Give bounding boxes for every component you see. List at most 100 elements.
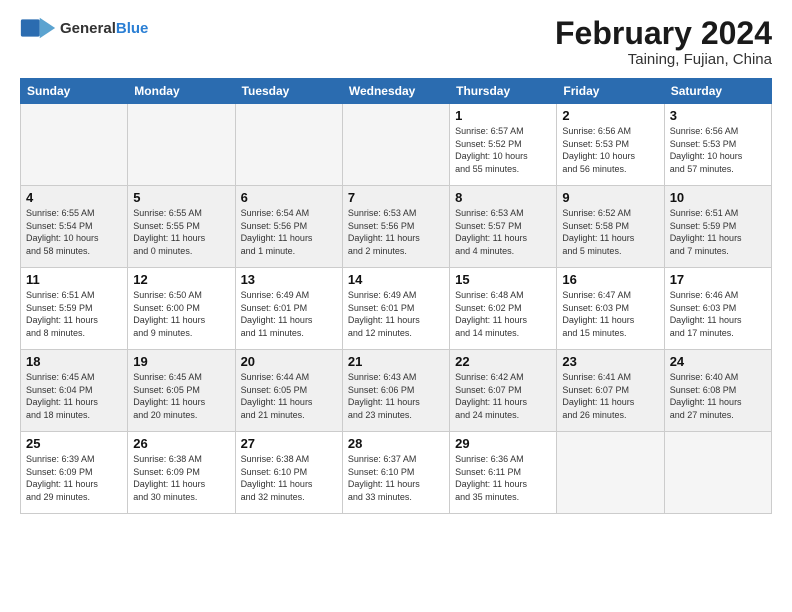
day-number: 15 <box>455 272 551 287</box>
day-info: Sunrise: 6:50 AMSunset: 6:00 PMDaylight:… <box>133 289 229 339</box>
calendar-week-row: 11 Sunrise: 6:51 AMSunset: 5:59 PMDayligh… <box>21 268 772 350</box>
col-wednesday: Wednesday <box>342 79 449 104</box>
day-info: Sunrise: 6:56 AMSunset: 5:53 PMDaylight:… <box>670 125 766 175</box>
day-info: Sunrise: 6:47 AMSunset: 6:03 PMDaylight:… <box>562 289 658 339</box>
table-row: 9 Sunrise: 6:52 AMSunset: 5:58 PMDaylight… <box>557 186 664 268</box>
day-number: 25 <box>26 436 122 451</box>
day-number: 9 <box>562 190 658 205</box>
day-info: Sunrise: 6:57 AMSunset: 5:52 PMDaylight:… <box>455 125 551 175</box>
day-number: 10 <box>670 190 766 205</box>
day-number: 7 <box>348 190 444 205</box>
day-number: 6 <box>241 190 337 205</box>
day-info: Sunrise: 6:46 AMSunset: 6:03 PMDaylight:… <box>670 289 766 339</box>
day-number: 2 <box>562 108 658 123</box>
table-row: 22 Sunrise: 6:42 AMSunset: 6:07 PMDayligh… <box>450 350 557 432</box>
page: GeneralBlue February 2024 Taining, Fujia… <box>0 0 792 612</box>
day-number: 17 <box>670 272 766 287</box>
logo: GeneralBlue <box>20 16 148 42</box>
logo-text: GeneralBlue <box>60 21 148 38</box>
day-number: 28 <box>348 436 444 451</box>
calendar-header-row: Sunday Monday Tuesday Wednesday Thursday… <box>21 79 772 104</box>
day-number: 3 <box>670 108 766 123</box>
day-info: Sunrise: 6:53 AMSunset: 5:56 PMDaylight:… <box>348 207 444 257</box>
day-info: Sunrise: 6:40 AMSunset: 6:08 PMDaylight:… <box>670 371 766 421</box>
table-row: 20 Sunrise: 6:44 AMSunset: 6:05 PMDayligh… <box>235 350 342 432</box>
day-info: Sunrise: 6:55 AMSunset: 5:55 PMDaylight:… <box>133 207 229 257</box>
day-info: Sunrise: 6:53 AMSunset: 5:57 PMDaylight:… <box>455 207 551 257</box>
day-info: Sunrise: 6:45 AMSunset: 6:04 PMDaylight:… <box>26 371 122 421</box>
day-number: 20 <box>241 354 337 369</box>
table-row: 16 Sunrise: 6:47 AMSunset: 6:03 PMDayligh… <box>557 268 664 350</box>
day-number: 27 <box>241 436 337 451</box>
month-title: February 2024 <box>555 16 772 51</box>
day-info: Sunrise: 6:43 AMSunset: 6:06 PMDaylight:… <box>348 371 444 421</box>
table-row: 17 Sunrise: 6:46 AMSunset: 6:03 PMDayligh… <box>664 268 771 350</box>
table-row: 7 Sunrise: 6:53 AMSunset: 5:56 PMDaylight… <box>342 186 449 268</box>
table-row <box>128 104 235 186</box>
col-monday: Monday <box>128 79 235 104</box>
table-row: 24 Sunrise: 6:40 AMSunset: 6:08 PMDayligh… <box>664 350 771 432</box>
table-row: 14 Sunrise: 6:49 AMSunset: 6:01 PMDayligh… <box>342 268 449 350</box>
day-number: 21 <box>348 354 444 369</box>
table-row <box>557 432 664 514</box>
table-row: 18Sunrise: 6:45 AMSunset: 6:04 PMDayligh… <box>21 350 128 432</box>
day-number: 16 <box>562 272 658 287</box>
table-row: 23 Sunrise: 6:41 AMSunset: 6:07 PMDayligh… <box>557 350 664 432</box>
day-info: Sunrise: 6:54 AMSunset: 5:56 PMDaylight:… <box>241 207 337 257</box>
day-info: Sunrise: 6:38 AMSunset: 6:09 PMDaylight:… <box>133 453 229 503</box>
day-info: Sunrise: 6:45 AMSunset: 6:05 PMDaylight:… <box>133 371 229 421</box>
day-number: 1 <box>455 108 551 123</box>
table-row <box>235 104 342 186</box>
day-info: Sunrise: 6:37 AMSunset: 6:10 PMDaylight:… <box>348 453 444 503</box>
day-number: 26 <box>133 436 229 451</box>
table-row: 6 Sunrise: 6:54 AMSunset: 5:56 PMDaylight… <box>235 186 342 268</box>
table-row: 25 Sunrise: 6:39 AMSunset: 6:09 PMDayligh… <box>21 432 128 514</box>
day-number: 11 <box>26 272 122 287</box>
col-friday: Friday <box>557 79 664 104</box>
day-info: Sunrise: 6:56 AMSunset: 5:53 PMDaylight:… <box>562 125 658 175</box>
day-info: Sunrise: 6:48 AMSunset: 6:02 PMDaylight:… <box>455 289 551 339</box>
location: Taining, Fujian, China <box>555 51 772 68</box>
day-number: 14 <box>348 272 444 287</box>
table-row: 5 Sunrise: 6:55 AMSunset: 5:55 PMDaylight… <box>128 186 235 268</box>
day-number: 13 <box>241 272 337 287</box>
table-row: 8Sunrise: 6:53 AMSunset: 5:57 PMDaylight… <box>450 186 557 268</box>
col-thursday: Thursday <box>450 79 557 104</box>
day-info: Sunrise: 6:39 AMSunset: 6:09 PMDaylight:… <box>26 453 122 503</box>
day-number: 23 <box>562 354 658 369</box>
table-row <box>342 104 449 186</box>
table-row: 15 Sunrise: 6:48 AMSunset: 6:02 PMDayligh… <box>450 268 557 350</box>
table-row <box>664 432 771 514</box>
calendar-week-row: 4Sunrise: 6:55 AMSunset: 5:54 PMDaylight… <box>21 186 772 268</box>
table-row: 19Sunrise: 6:45 AMSunset: 6:05 PMDayligh… <box>128 350 235 432</box>
day-info: Sunrise: 6:42 AMSunset: 6:07 PMDaylight:… <box>455 371 551 421</box>
day-info: Sunrise: 6:49 AMSunset: 6:01 PMDaylight:… <box>348 289 444 339</box>
day-number: 22 <box>455 354 551 369</box>
day-info: Sunrise: 6:52 AMSunset: 5:58 PMDaylight:… <box>562 207 658 257</box>
col-tuesday: Tuesday <box>235 79 342 104</box>
day-number: 12 <box>133 272 229 287</box>
table-row: 13 Sunrise: 6:49 AMSunset: 6:01 PMDayligh… <box>235 268 342 350</box>
calendar-week-row: 1 Sunrise: 6:57 AMSunset: 5:52 PMDaylight… <box>21 104 772 186</box>
day-info: Sunrise: 6:51 AMSunset: 5:59 PMDaylight:… <box>26 289 122 339</box>
day-info: Sunrise: 6:36 AMSunset: 6:11 PMDaylight:… <box>455 453 551 503</box>
day-info: Sunrise: 6:41 AMSunset: 6:07 PMDaylight:… <box>562 371 658 421</box>
table-row: 26 Sunrise: 6:38 AMSunset: 6:09 PMDayligh… <box>128 432 235 514</box>
calendar: Sunday Monday Tuesday Wednesday Thursday… <box>20 78 772 514</box>
day-info: Sunrise: 6:55 AMSunset: 5:54 PMDaylight:… <box>26 207 122 257</box>
table-row: 29 Sunrise: 6:36 AMSunset: 6:11 PMDayligh… <box>450 432 557 514</box>
table-row: 28 Sunrise: 6:37 AMSunset: 6:10 PMDayligh… <box>342 432 449 514</box>
day-number: 29 <box>455 436 551 451</box>
day-info: Sunrise: 6:44 AMSunset: 6:05 PMDaylight:… <box>241 371 337 421</box>
day-number: 5 <box>133 190 229 205</box>
title-area: February 2024 Taining, Fujian, China <box>555 16 772 68</box>
day-info: Sunrise: 6:49 AMSunset: 6:01 PMDaylight:… <box>241 289 337 339</box>
table-row: 27Sunrise: 6:38 AMSunset: 6:10 PMDayligh… <box>235 432 342 514</box>
col-sunday: Sunday <box>21 79 128 104</box>
day-number: 24 <box>670 354 766 369</box>
table-row: 10 Sunrise: 6:51 AMSunset: 5:59 PMDayligh… <box>664 186 771 268</box>
col-saturday: Saturday <box>664 79 771 104</box>
day-info: Sunrise: 6:51 AMSunset: 5:59 PMDaylight:… <box>670 207 766 257</box>
table-row: 2 Sunrise: 6:56 AMSunset: 5:53 PMDaylight… <box>557 104 664 186</box>
table-row <box>21 104 128 186</box>
